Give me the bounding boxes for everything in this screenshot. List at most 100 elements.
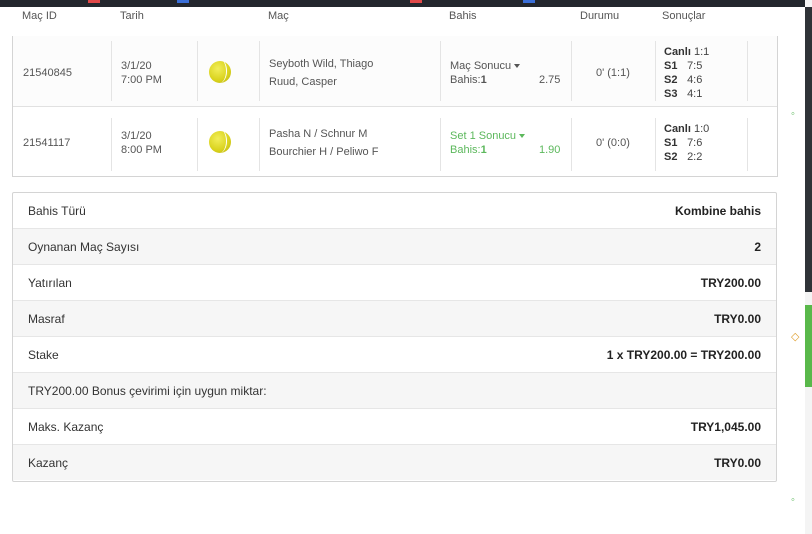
summary-row-stake: Stake 1 x TRY200.00 = TRY200.00 [13,337,776,373]
match-results: Canlı 1:0 S1 7:6 S2 2:2 [664,122,709,164]
matches-table: 21540845 3/1/20 7:00 PM Seyboth Wild, Th… [12,36,778,177]
result-label: Canlı [664,46,691,58]
result-line: S2 4:6 [664,73,709,87]
result-value: 4:1 [687,88,703,100]
tennis-ball-icon [209,129,231,153]
bet-selection-label: Bahis: [450,74,481,86]
bet-market-dropdown[interactable]: Set 1 Sonucu [450,130,526,142]
bet-odds: 1.90 [539,144,561,156]
tab-indicator [410,0,422,3]
match-results: Canlı 1:1 S1 7:5 S2 4:6 S3 4:1 [664,45,709,101]
result-label: Canlı [664,123,691,135]
summary-row-fee: Masraf TRY0.00 [13,301,776,337]
result-line: S1 7:5 [664,59,709,73]
summary-value: TRY200.00 [700,276,761,290]
column-divider [571,118,572,171]
matches-table-header: Maç ID Tarih Maç Bahis Durumu Sonuçlar [12,7,776,36]
chevron-down-icon [519,134,526,138]
team-home[interactable]: Pasha N / Schnur M [269,128,367,140]
column-header-bet: Bahis [449,10,477,22]
result-value: 7:6 [687,137,703,149]
summary-label: Bahis Türü [28,204,86,218]
summary-row-winnings: Kazanç TRY0.00 [13,445,776,480]
summary-label: TRY200.00 Bonus çevirimi için uygun mikt… [28,384,267,398]
summary-row-max-win: Maks. Kazanç TRY1,045.00 [13,409,776,445]
match-status: 0' (1:1) [596,67,630,79]
match-id: 21540845 [23,67,72,79]
column-header-status: Durumu [580,10,620,22]
bet-selection: Bahis:1 [450,144,487,156]
result-label: S1 [664,137,678,149]
result-line: Canlı 1:1 [664,45,709,59]
summary-row-bet-type: Bahis Türü Kombine bahis [13,193,776,229]
column-divider [440,118,441,171]
bet-selection: Bahis:1 [450,74,487,86]
summary-value: TRY1,045.00 [690,420,761,434]
team-home[interactable]: Seyboth Wild, Thiago [269,58,373,70]
summary-label: Oynanan Maç Sayısı [28,240,140,254]
bet-market-label: Set 1 Sonucu [450,130,517,142]
summary-row-match-count: Oynanan Maç Sayısı 2 [13,229,776,265]
chevron-down-icon [514,64,521,68]
right-side-panel-edge [805,0,812,534]
tab-indicator [88,0,100,3]
match-time: 7:00 PM [121,74,162,86]
column-divider [655,118,656,171]
column-divider [197,41,198,101]
result-line: S1 7:6 [664,136,709,150]
column-divider [111,41,112,101]
match-date: 3/1/20 [121,130,152,142]
table-row: 21541117 3/1/20 8:00 PM Pasha N / Schnur… [13,113,777,176]
bet-selection-value: 1 [480,144,487,156]
team-away[interactable]: Bourchier H / Peliwo F [269,146,378,158]
summary-label: Yatırılan [28,276,72,290]
match-date: 3/1/20 [121,60,152,72]
result-label: S2 [664,74,678,86]
column-divider [111,118,112,171]
summary-value: TRY0.00 [714,312,761,326]
side-panel-dark-strip [805,7,812,292]
column-header-date: Tarih [120,10,144,22]
table-row: 21540845 3/1/20 7:00 PM Seyboth Wild, Th… [13,36,777,107]
browser-top-bar [0,0,812,7]
result-value: 4:6 [687,74,703,86]
column-divider [259,118,260,171]
bet-market-label: Maç Sonucu [450,60,512,72]
bet-selection-value: 1 [480,74,487,86]
result-line: Canlı 1:0 [664,122,709,136]
result-line: S3 4:1 [664,87,709,101]
summary-label: Stake [28,348,59,362]
column-divider [747,41,748,101]
column-divider [259,41,260,101]
match-status: 0' (0:0) [596,137,630,149]
summary-row-staked: Yatırılan TRY200.00 [13,265,776,301]
result-line: S2 2:2 [664,150,709,164]
column-divider [747,118,748,171]
bet-summary-table: Bahis Türü Kombine bahis Oynanan Maç Say… [12,192,777,482]
match-id: 21541117 [23,137,71,149]
column-divider [197,118,198,171]
tab-indicator [177,0,189,3]
summary-label: Kazanç [28,456,69,470]
column-divider [440,41,441,101]
tab-indicator [523,0,535,3]
result-value: 2:2 [687,151,703,163]
side-panel-green-strip [805,305,812,387]
column-divider [655,41,656,101]
side-indicator-icon: ◦ [791,494,795,506]
result-label: S2 [664,151,678,163]
result-value: 7:5 [687,60,703,72]
result-label: S3 [664,88,678,100]
summary-row-bonus-eligible: TRY200.00 Bonus çevirimi için uygun mikt… [13,373,776,409]
column-divider [571,41,572,101]
bet-selection-label: Bahis: [450,144,481,156]
result-value: 1:0 [693,123,710,135]
column-header-match-id: Maç ID [22,10,57,22]
summary-label: Maks. Kazanç [28,420,104,434]
bet-market-dropdown[interactable]: Maç Sonucu [450,60,521,72]
summary-value: 1 x TRY200.00 = TRY200.00 [606,348,761,362]
column-header-match: Maç [268,10,289,22]
bet-odds: 2.75 [539,74,561,86]
team-away[interactable]: Ruud, Casper [269,76,337,88]
summary-label: Masraf [28,312,65,326]
